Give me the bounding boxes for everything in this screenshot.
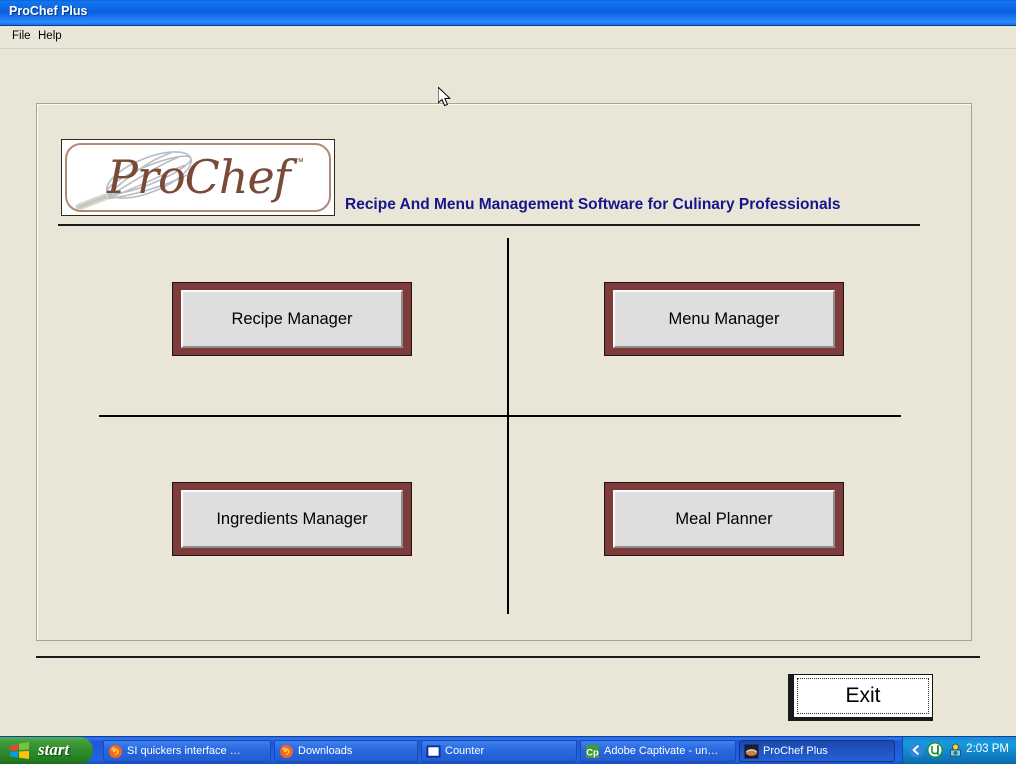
taskbar-item-label: Downloads [298, 745, 353, 757]
taskbar-item-label: Counter [445, 745, 485, 757]
taskbar-item-label: SI quickers interface … [127, 745, 241, 757]
menu-bar: File Help [0, 26, 1016, 49]
ingredients-manager-label: Ingredients Manager [181, 490, 403, 548]
taskbar-item-label: ProChef Plus [763, 745, 828, 757]
menu-manager-label: Menu Manager [613, 290, 835, 348]
logo-inner-frame: ProChef ™ [65, 143, 331, 212]
application-window: ProChef Plus File Help ProChef ™ Recipe … [0, 0, 1016, 736]
taskbar-item-adobe-captivate[interactable]: Cp Adobe Captivate - un… [580, 740, 736, 762]
footer-divider [36, 656, 980, 658]
system-tray: 2:03 PM [902, 737, 1016, 764]
taskbar-item-label: Adobe Captivate - un… [604, 745, 719, 757]
meal-planner-button[interactable]: Meal Planner [604, 482, 844, 556]
taskbar-item-counter[interactable]: Counter [421, 740, 577, 762]
window-icon [426, 744, 441, 758]
vertical-divider [507, 238, 509, 614]
recipe-manager-button[interactable]: Recipe Manager [172, 282, 412, 356]
prochef-logo: ProChef ™ [61, 139, 335, 216]
exit-button-label: Exit [797, 678, 929, 714]
menu-item-file[interactable]: File [7, 29, 36, 43]
show-hidden-icons-chevron-icon[interactable] [908, 742, 924, 758]
start-label: start [38, 740, 70, 759]
captivate-icon: Cp [585, 744, 600, 758]
prochef-icon [744, 743, 759, 759]
meal-planner-label: Meal Planner [613, 490, 835, 548]
start-button[interactable]: start [0, 737, 93, 764]
ingredients-manager-button[interactable]: Ingredients Manager [172, 482, 412, 556]
logo-wordmark: ProChef [107, 150, 291, 204]
taskbar-item-prochef-plus[interactable]: ProChef Plus [739, 740, 895, 762]
tray-misc-icon[interactable] [947, 742, 964, 758]
windows-flag-icon [10, 742, 29, 759]
svg-text:Cp: Cp [586, 747, 599, 757]
taskbar-item-si-quickers[interactable]: SI quickers interface … [103, 740, 271, 762]
utorrent-icon[interactable] [927, 742, 943, 758]
menu-item-help[interactable]: Help [33, 29, 67, 43]
header-divider [58, 224, 920, 226]
window-title: ProChef Plus [9, 4, 88, 18]
horizontal-divider [99, 415, 901, 417]
firefox-icon [279, 744, 294, 758]
logo-trademark: ™ [294, 157, 304, 168]
firefox-icon [108, 744, 123, 758]
taskbar: start SI quickers interface … Downloads … [0, 736, 1016, 764]
clock[interactable]: 2:03 PM [966, 743, 1009, 755]
menu-manager-button[interactable]: Menu Manager [604, 282, 844, 356]
tagline: Recipe And Menu Management Software for … [345, 196, 841, 213]
exit-button[interactable]: Exit [793, 674, 933, 718]
title-bar: ProChef Plus [0, 0, 1016, 26]
taskbar-item-downloads[interactable]: Downloads [274, 740, 418, 762]
recipe-manager-label: Recipe Manager [181, 290, 403, 348]
